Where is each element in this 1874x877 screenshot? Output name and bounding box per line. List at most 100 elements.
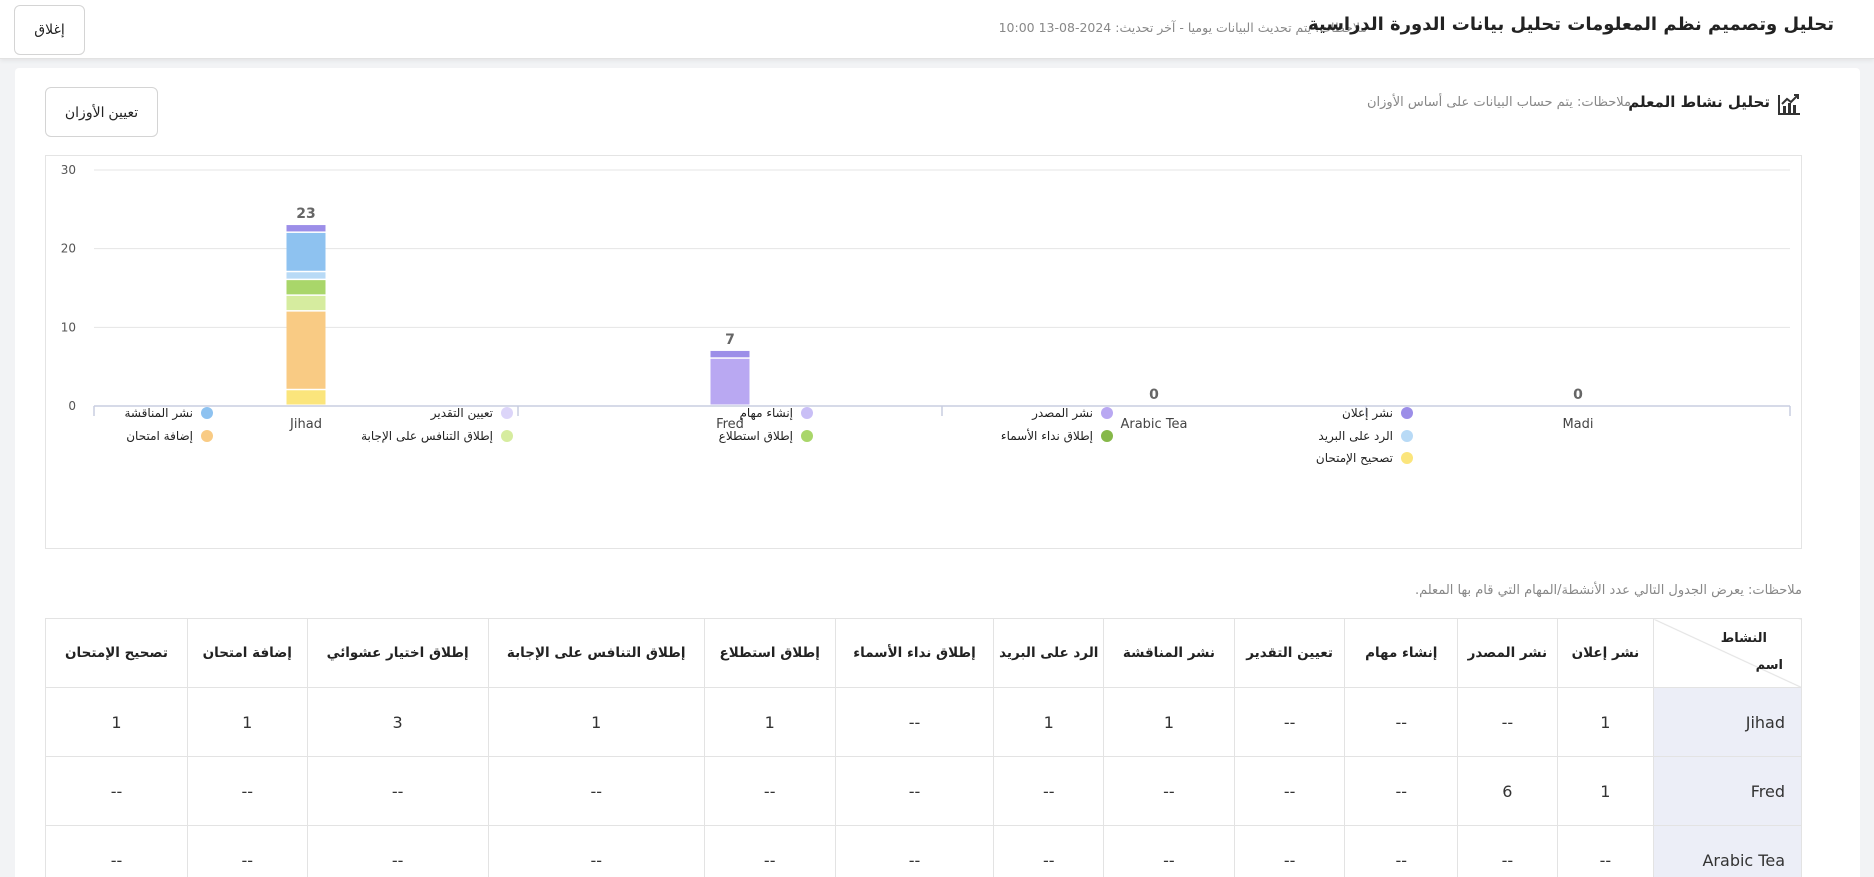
bar-segment[interactable] [286,311,326,389]
table-cell: -- [993,825,1105,877]
table-cell: -- [834,825,995,877]
bar-segment[interactable] [710,358,750,405]
column-header: إنشاء مهام [1344,618,1459,688]
table-cell: -- [487,825,705,877]
legend-item[interactable]: نشر المصدر [883,406,1113,420]
stacked-bar-chart: 010203023Jihad7Fred0Arabic Tea0Madi [61,163,1791,432]
legend-swatch [1401,430,1413,442]
table-cell: -- [1344,756,1459,826]
table-cell: -- [487,756,705,826]
section-title: تحليل نشاط المعلم [1628,93,1770,111]
column-header: نشر المصدر [1457,618,1558,688]
table-cell: -- [186,825,308,877]
bar-segment[interactable] [286,280,326,295]
column-header: نشر المناقشة [1103,618,1235,688]
legend-item[interactable]: تعيين التقدير [283,406,513,420]
legend-swatch [1101,407,1113,419]
trend-chart-icon [1778,94,1800,115]
legend-item[interactable]: إطلاق استطلاع [583,429,813,443]
column-header: إطلاق اختيار عشوائي [306,618,489,688]
y-tick-label: 20 [61,242,76,256]
legend-label: إطلاق التنافس على الإجابة [361,429,493,443]
legend-item[interactable]: نشر المناقشة [0,406,213,420]
table-cell: -- [703,756,836,826]
table-cell: 1 [487,687,705,757]
legend-swatch [201,430,213,442]
close-button[interactable]: إغلاق [14,5,85,55]
table-cell: -- [993,756,1105,826]
section-note: ملاحظات: يتم حساب البيانات على أساس الأو… [1367,95,1631,110]
table-cell: -- [1344,687,1459,757]
table-cell: -- [1344,825,1459,877]
table-cell: -- [1233,687,1346,757]
table-cell: -- [306,825,489,877]
table-cell: -- [1457,825,1558,877]
bar-segment[interactable] [286,232,326,271]
legend-swatch [201,407,213,419]
legend-label: إنشاء مهام [739,406,793,420]
column-header: تصحيح الإمتحان [45,618,188,688]
legend-item[interactable]: إطلاق التنافس على الإجابة [283,429,513,443]
legend-label: تعيين التقدير [430,406,493,420]
legend-item[interactable]: نشر إعلان [1183,406,1413,420]
table-cell: 1 [1556,756,1655,826]
legend-item[interactable]: إنشاء مهام [583,406,813,420]
x-category-label: Arabic Tea [1120,417,1187,432]
bar-total-label: 7 [725,332,735,348]
legend-item[interactable]: إضافة امتحان [0,429,213,443]
page-title: تحليل وتصميم نظم المعلومات تحليل بيانات … [1307,14,1834,35]
table-cell: -- [1457,687,1558,757]
table-cell: -- [45,756,188,826]
legend-label: إطلاق نداء الأسماء [1000,429,1093,443]
top-bar: إغلاق ملاحظات: يتم تحديث البيانات يوميا … [0,0,1874,59]
table-row: Jihad 1 -- -- -- 1 1 -- 1 1 3 1 1 [45,687,1802,757]
legend-label: نشر المصدر [1032,406,1093,420]
bar-total-label: 23 [296,206,315,222]
table-cell: 1 [45,687,188,757]
y-tick-label: 30 [61,163,76,177]
activity-chart: 0 10 20 30 23 Jihad 7 Fred 0 Arabic Tea 0 Madi نشر … [45,155,1802,549]
legend-item[interactable]: إطلاق نداء الأسماء [883,429,1113,443]
legend-swatch [801,430,813,442]
table-cell: 1 [1556,687,1655,757]
table-cell: -- [834,687,995,757]
bar-segment[interactable] [710,350,750,358]
bar-total-label: 0 [1573,387,1583,403]
table-cell: 1 [1103,687,1235,757]
table-cell: -- [703,825,836,877]
legend-label: إطلاق استطلاع [718,429,793,443]
table-cell: 1 [703,687,836,757]
bar-segment[interactable] [286,295,326,311]
table-note: ملاحظات: يعرض الجدول التالي عدد الأنشطة/… [1414,583,1802,598]
table-row: Arabic Tea -- -- -- -- -- -- -- -- -- -- -- -- [45,825,1802,877]
table-header-row: النشاط اسم نشر إعلان نشر المصدر إنشاء مهام… [45,618,1802,688]
legend-item[interactable]: الرد على البريد [1183,429,1413,443]
y-tick-label: 10 [61,320,76,334]
bar-segment[interactable] [286,272,326,279]
corner-activity-label: النشاط [1720,631,1767,646]
column-header: إطلاق استطلاع [703,618,836,688]
bar-segment[interactable] [286,390,326,405]
legend-swatch [1401,407,1413,419]
row-name-cell: Jihad [1653,687,1802,757]
table-row: Fred 1 6 -- -- -- -- -- -- -- -- -- -- [45,756,1802,826]
legend-swatch [801,407,813,419]
legend-label: نشر إعلان [1342,406,1393,420]
column-header: نشر إعلان [1556,618,1655,688]
bar-segment[interactable] [286,225,326,232]
legend-label: الرد على البريد [1318,429,1393,443]
row-name-cell: Fred [1653,756,1802,826]
set-weights-button[interactable]: تعيين الأوزان [45,87,158,137]
column-header: إضافة امتحان [186,618,308,688]
table-cell: -- [1556,825,1655,877]
legend-swatch [501,430,513,442]
column-header: تعيين التقدير [1233,618,1346,688]
legend-swatch [1101,430,1113,442]
table-cell: -- [1233,756,1346,826]
column-header: إطلاق التنافس على الإجابة [487,618,705,688]
legend-label: إضافة امتحان [126,429,193,443]
x-category-label: Madi [1562,417,1593,432]
legend-item[interactable]: تصحيح الإمتحان [1183,451,1413,465]
table-cell: -- [186,756,308,826]
column-header: الرد على البريد [993,618,1105,688]
